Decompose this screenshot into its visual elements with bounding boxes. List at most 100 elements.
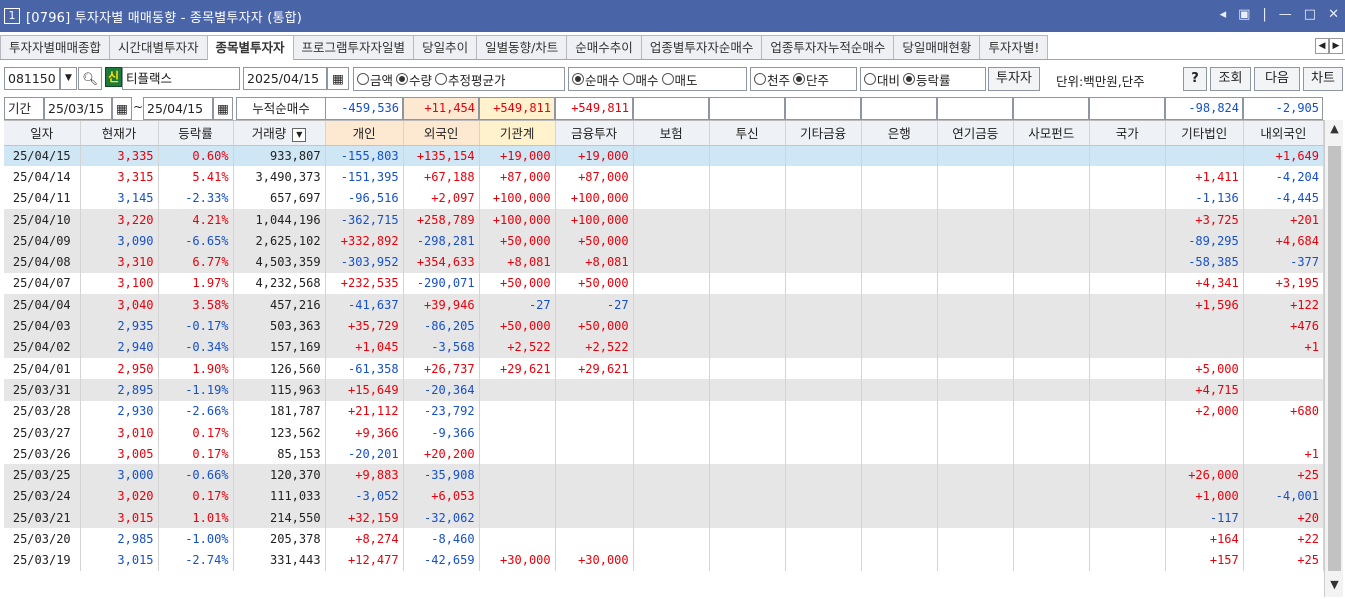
radio-circle-icon[interactable] — [793, 73, 806, 85]
stock-code-input[interactable]: 081150 — [4, 67, 60, 90]
table-row[interactable]: 25/04/01 2,950 1.90% 126,560 -61,358 +26,737 +… — [4, 357, 1324, 380]
table-row[interactable]: 25/03/21 3,015 1.01% 214,550 +32,159 -32,062 -… — [4, 507, 1324, 529]
table-row[interactable]: 25/03/20 2,985 -1.00% 205,378 +8,274 -8,460 +1… — [4, 528, 1324, 550]
radio-option[interactable]: 천주 — [754, 70, 790, 89]
calendar-icon[interactable]: ▦ — [213, 97, 233, 120]
radio-option[interactable]: 금액 — [357, 70, 393, 89]
tab-item[interactable]: 프로그램투자자일별 — [292, 35, 415, 59]
table-row[interactable]: 25/03/26 3,005 0.17% 85,153 -20,201 +20,200 +1 — [4, 443, 1324, 465]
scroll-up-icon[interactable]: ▲ — [1325, 122, 1344, 140]
date-input[interactable]: 2025/04/15 — [243, 67, 327, 90]
column-header[interactable]: 투신 — [709, 121, 786, 146]
chart-button[interactable]: 차트 — [1303, 67, 1343, 91]
column-header[interactable]: 금융투자 — [555, 121, 634, 146]
column-header[interactable]: 현재가 — [80, 121, 159, 146]
radio-circle-icon[interactable] — [622, 73, 635, 85]
radio-option[interactable]: 단주 — [793, 70, 829, 89]
radio-circle-icon[interactable] — [357, 73, 369, 85]
restore-icon[interactable]: ▣ — [1238, 7, 1250, 22]
column-header[interactable]: 은행 — [861, 121, 938, 146]
investor-button[interactable]: 투자자 — [988, 67, 1040, 91]
column-header[interactable]: 개인 — [325, 121, 404, 146]
radio-circle-icon[interactable] — [661, 73, 674, 85]
tab-item[interactable]: 당일추이 — [413, 35, 478, 59]
column-header[interactable]: 등락률 — [158, 121, 234, 146]
column-header[interactable]: 거래량 ▼ — [233, 121, 326, 146]
table-row[interactable]: 25/04/11 3,145 -2.33% 657,697 -96,516 +2,097 +… — [4, 187, 1324, 209]
table-row[interactable]: 25/03/19 3,015 -2.74% 331,443 +12,477 -42,659… — [4, 549, 1324, 571]
tab-item[interactable]: 업종투자자누적순매수 — [761, 35, 895, 59]
radio-circle-icon[interactable] — [572, 73, 584, 85]
table-row[interactable]: 25/03/27 3,010 0.17% 123,562 +9,366 -9,366 — [4, 421, 1324, 444]
tab-prev-icon[interactable]: ◀ — [1315, 38, 1329, 54]
radio-option[interactable]: 수량 — [396, 70, 432, 89]
tab-item[interactable]: 당일매매현황 — [893, 35, 981, 59]
next-button[interactable]: 다음 — [1254, 67, 1300, 91]
column-header[interactable]: 기관계 — [479, 121, 556, 146]
radio-option[interactable]: 순매수 — [572, 70, 620, 89]
table-row[interactable]: 25/04/09 3,090 -6.65% 2,625,102 +332,892 -298… — [4, 230, 1324, 252]
scroll-down-icon[interactable]: ▼ — [1325, 578, 1344, 596]
stock-name-field[interactable]: 티플랙스 — [122, 67, 240, 90]
code-dropdown-icon[interactable]: ▼ — [60, 67, 77, 90]
summary-cell: -459,536 — [325, 97, 403, 120]
table-cell — [633, 485, 710, 508]
column-header[interactable]: 일자 — [4, 121, 81, 146]
column-header[interactable]: 국가 — [1089, 121, 1166, 146]
tab-next-icon[interactable]: ▶ — [1329, 38, 1343, 54]
close-icon[interactable]: ✕ — [1328, 7, 1339, 22]
vertical-scrollbar[interactable]: ▲ ▼ — [1324, 120, 1343, 597]
period-from-input[interactable]: 25/03/15 — [44, 97, 112, 120]
column-header[interactable]: 연기금등 — [937, 121, 1014, 146]
radio-option[interactable]: 매도 — [661, 70, 698, 89]
table-row[interactable]: 25/03/24 3,020 0.17% 111,033 -3,052 +6,053 +1,… — [4, 485, 1324, 508]
period-to-input[interactable]: 25/04/15 — [143, 97, 213, 120]
table-row[interactable]: 25/03/28 2,930 -2.66% 181,787 +21,112 -23,792… — [4, 400, 1324, 422]
table-row[interactable]: 25/04/03 2,935 -0.17% 503,363 +35,729 -86,205… — [4, 315, 1324, 337]
tab-item[interactable]: 투자자별! — [979, 35, 1049, 59]
column-header[interactable]: 사모펀드 — [1013, 121, 1090, 146]
tab-item[interactable]: 투자자별매매종합 — [0, 35, 111, 59]
radio-option[interactable]: 대비 — [864, 70, 900, 89]
calendar-icon[interactable]: ▦ — [327, 67, 349, 90]
prev-icon[interactable]: ◂ — [1220, 7, 1227, 22]
table-cell: +9,366 — [325, 421, 404, 444]
table-row[interactable]: 25/04/07 3,100 1.97% 4,232,568 +232,535 -290,… — [4, 272, 1324, 295]
tab-item[interactable]: 업종별투자자순매수 — [640, 35, 763, 59]
tab-item[interactable]: 종목별투자자 — [206, 35, 294, 60]
radio-circle-icon[interactable] — [903, 73, 916, 85]
column-header[interactable]: 기타금융 — [785, 121, 862, 146]
radio-circle-icon[interactable] — [396, 73, 409, 85]
table-cell — [1089, 187, 1166, 209]
search-icon[interactable]: 🔍︎ — [78, 67, 102, 90]
column-header[interactable]: 외국인 — [403, 121, 480, 146]
minimize-icon[interactable]: — — [1279, 7, 1292, 22]
radio-option[interactable]: 매수 — [622, 70, 659, 89]
calendar-icon[interactable]: ▦ — [112, 97, 132, 120]
radio-circle-icon[interactable] — [435, 73, 448, 85]
help-button[interactable]: ? — [1183, 67, 1207, 91]
column-header[interactable]: 내외국인 — [1243, 121, 1324, 146]
radio-option[interactable]: 등락률 — [903, 70, 951, 89]
tab-item[interactable]: 순매수추이 — [566, 35, 642, 59]
table-row[interactable]: 25/04/02 2,940 -0.34% 157,169 +1,045 -3,568 +2… — [4, 336, 1324, 358]
tab-item[interactable]: 일별동향/차트 — [476, 35, 568, 59]
column-header[interactable]: 기타법인 — [1165, 121, 1244, 146]
sort-icon[interactable]: ▼ — [292, 127, 307, 142]
table-row[interactable]: 25/04/10 3,220 4.21% 1,044,196 -362,715 +258,… — [4, 208, 1324, 231]
table-row[interactable]: 25/04/08 3,310 6.77% 4,503,359 -303,952 +354,… — [4, 251, 1324, 273]
scroll-thumb[interactable] — [1328, 146, 1341, 571]
table-row[interactable]: 25/04/15 3,335 0.60% 933,807 -155,803 +135,15… — [4, 145, 1324, 167]
radio-option[interactable]: 추정평균가 — [435, 70, 506, 89]
tab-item[interactable]: 시간대별투자자 — [109, 35, 208, 59]
table-row[interactable]: 25/03/25 3,000 -0.66% 120,370 +9,883 -35,908 +… — [4, 464, 1324, 486]
column-header[interactable]: 보험 — [633, 121, 710, 146]
radio-circle-icon[interactable] — [864, 73, 876, 85]
table-cell — [937, 272, 1014, 295]
table-row[interactable]: 25/03/31 2,895 -1.19% 115,963 +15,649 -20,364… — [4, 379, 1324, 401]
table-row[interactable]: 25/04/14 3,315 5.41% 3,490,373 -151,395 +67,1… — [4, 166, 1324, 188]
table-row[interactable]: 25/04/04 3,040 3.58% 457,216 -41,637 +39,946-… — [4, 294, 1324, 316]
query-button[interactable]: 조회 — [1210, 67, 1251, 91]
radio-circle-icon[interactable] — [754, 73, 766, 85]
maximize-icon[interactable]: □ — [1304, 7, 1316, 22]
